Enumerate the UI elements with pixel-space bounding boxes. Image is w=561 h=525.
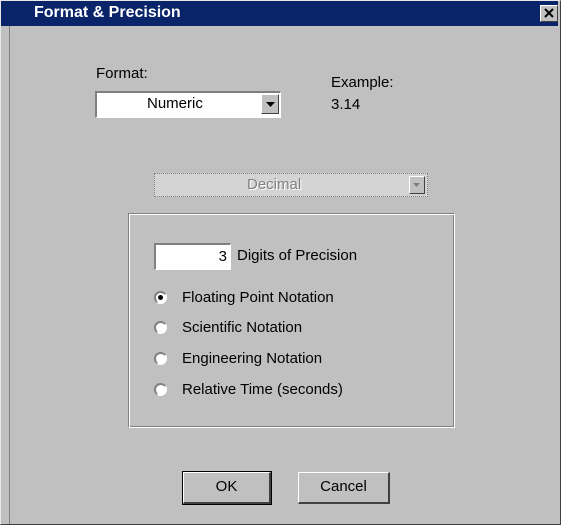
radio-label: Relative Time (seconds) [182,381,343,398]
radio-dot-icon [158,295,163,300]
close-button[interactable] [540,5,558,22]
format-label: Format: [96,65,148,82]
chevron-down-icon [413,183,420,187]
title-bar[interactable]: Format & Precision [1,1,558,26]
format-dropdown-value: Numeric [147,95,203,112]
example-value: 3.14 [331,96,361,113]
radio-button[interactable] [154,383,167,396]
radio-button-checked[interactable] [154,291,167,304]
format-dropdown-button[interactable] [261,94,279,114]
radio-button[interactable] [154,352,167,365]
window-title: Format & Precision [34,4,181,21]
representation-dropdown[interactable]: Decimal [154,173,428,197]
dialog-window: Format & Precision Format: Numeric Examp… [0,0,561,525]
chevron-down-icon [266,102,275,107]
representation-dropdown-value: Decimal [247,176,302,193]
representation-dropdown-button[interactable] [409,176,425,194]
cancel-button[interactable]: Cancel [298,472,390,504]
format-dropdown[interactable]: Numeric [95,91,281,118]
window-left-edge [1,26,10,524]
digits-of-precision-label: Digits of Precision [237,247,358,264]
digits-of-precision-input[interactable]: 3 [154,243,231,270]
radio-label: Engineering Notation [182,350,323,367]
radio-label: Floating Point Notation [182,289,334,306]
close-icon [544,8,554,18]
radio-label: Scientific Notation [182,319,303,336]
example-label: Example: [331,74,394,91]
radio-button[interactable] [154,321,167,334]
ok-button[interactable]: OK [182,471,272,505]
